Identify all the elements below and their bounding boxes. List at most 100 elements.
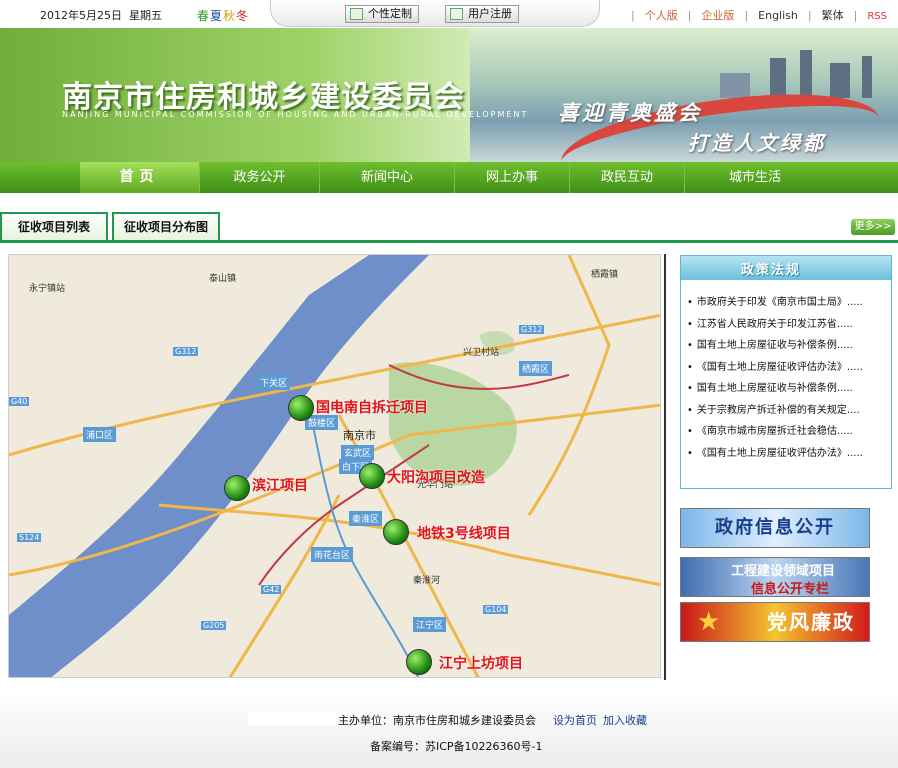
more-button[interactable]: 更多>> — [851, 219, 895, 235]
engineering-banner-line-2: 信息公开专栏 — [751, 582, 830, 597]
project-label[interactable]: 地铁3号线项目 — [417, 523, 511, 543]
district-label: 栖霞区 — [519, 361, 553, 376]
weekday-text: 星期五 — [129, 9, 162, 22]
personal-edition-link[interactable]: 个人版 — [645, 9, 678, 22]
tab-project-list[interactable]: 征收项目列表 — [0, 212, 108, 240]
season-theme-switcher: 春夏秋冬 — [197, 7, 249, 24]
engineering-info-banner[interactable]: 工程建设领域项目 信息公开专栏 — [680, 557, 870, 597]
add-favorite-link[interactable]: 加入收藏 — [603, 714, 647, 727]
road — [228, 494, 341, 677]
nav-item-interaction[interactable]: 政民互动 — [570, 162, 685, 193]
personalize-button[interactable]: 个性定制 — [345, 5, 419, 23]
slogan-line-1: 喜迎青奥盛会 — [558, 101, 702, 125]
season-summer-link[interactable]: 夏 — [210, 9, 222, 23]
header-banner: 南京市住房和城乡建设委员会 NANJING MUNICIPAL COMMISSI… — [0, 28, 898, 162]
project-distribution-map[interactable]: 永宁镇站 泰山镇 栖霞镇 兴卫村站 栖霞区 下关区 鼓楼区 南京市 玄武区 白下… — [8, 254, 661, 678]
gov-info-banner[interactable]: 政府信息公开 — [680, 508, 870, 548]
season-winter-link[interactable]: 冬 — [236, 9, 248, 23]
building-shape — [720, 73, 750, 98]
nav-item-online-services[interactable]: 网上办事 — [455, 162, 570, 193]
highway-label: G205 — [201, 621, 227, 630]
district-label: 雨花台区 — [311, 547, 354, 562]
footer-blank-area — [248, 712, 336, 726]
policy-list-item[interactable]: 市政府关于印发《南京市国土局》..... — [687, 296, 887, 318]
season-spring-link[interactable]: 春 — [197, 9, 209, 23]
tab-underline — [0, 240, 898, 243]
policy-list-item[interactable]: 江苏省人民政府关于印发江苏省..... — [687, 318, 887, 340]
nav-item-city-life[interactable]: 城市生活 — [685, 162, 825, 193]
building-shape — [770, 58, 786, 98]
footer-links: 设为首页 加入收藏 — [553, 712, 653, 728]
district-label: 江宁区 — [413, 617, 447, 632]
party-banner-label: 党风廉政 — [767, 610, 855, 634]
map-canvas — [9, 255, 660, 677]
column-divider — [664, 254, 666, 680]
district-label: 秦淮区 — [349, 511, 383, 526]
traditional-chinese-link[interactable]: 繁体 — [822, 9, 844, 22]
top-links: | 个人版 | 企业版 | English | 繁体 | RSS — [631, 9, 887, 22]
project-marker[interactable] — [224, 475, 250, 501]
policy-list-item[interactable]: 《国有土地上房屋征收评估办法》..... — [687, 361, 887, 383]
map-place-label: 兴卫村站 — [463, 348, 500, 358]
building-shape — [800, 50, 812, 98]
nav-item-government-affairs[interactable]: 政务公开 — [200, 162, 320, 193]
policy-panel-title: 政策法规 — [741, 263, 802, 278]
project-marker[interactable] — [288, 395, 314, 421]
season-autumn-link[interactable]: 秋 — [223, 9, 235, 23]
rss-link[interactable]: RSS — [867, 11, 887, 22]
nav-item-home[interactable]: 首页 — [80, 162, 200, 193]
set-homepage-link[interactable]: 设为首页 — [553, 714, 597, 727]
district-label: 玄武区 — [341, 445, 375, 460]
party-integrity-banner[interactable]: ★ 党风廉政 — [680, 602, 870, 642]
policy-list-item[interactable]: 《南京市城市房屋拆迁社会稳估..... — [687, 425, 887, 447]
highway-label: G312 — [173, 347, 199, 356]
top-button-group: 个性定制 用户注册 — [270, 0, 600, 27]
nav-item-news[interactable]: 新闻中心 — [320, 162, 455, 193]
policy-list: 市政府关于印发《南京市国土局》..... 江苏省人民政府关于印发江苏省.....… — [687, 296, 887, 468]
highway-label: G104 — [483, 605, 509, 614]
project-label[interactable]: 江宁上坊项目 — [439, 653, 523, 673]
road — [527, 255, 611, 516]
highway-label: G40 — [9, 397, 30, 406]
register-label: 用户注册 — [468, 7, 512, 20]
main-nav: 首页 政务公开 新闻中心 网上办事 政民互动 城市生活 — [0, 162, 898, 193]
register-button[interactable]: 用户注册 — [445, 5, 519, 23]
project-marker[interactable] — [406, 649, 432, 675]
policy-list-item[interactable]: 关于宗教房产拆迁补偿的有关规定.... — [687, 404, 887, 426]
policy-panel: 政策法规 市政府关于印发《南京市国土局》..... 江苏省人民政府关于印发江苏省… — [680, 255, 892, 489]
project-label[interactable]: 国电南自拆迁项目 — [316, 397, 428, 417]
district-label: 下关区 — [257, 375, 291, 390]
english-link[interactable]: English — [758, 9, 798, 22]
footer-organizer: 主办单位：南京市住房和城乡建设委员会 — [338, 714, 536, 727]
project-tabs: 征收项目列表 征收项目分布图 — [0, 212, 898, 242]
engineering-banner-line-1: 工程建设领域项目 — [731, 564, 836, 579]
highway-label: S124 — [17, 533, 42, 542]
project-label[interactable]: 大阳沟项目改造 — [387, 467, 485, 487]
project-marker[interactable] — [383, 519, 409, 545]
top-bar: 2012年5月25日 星期五 春夏秋冬 个性定制 用户注册 | 个人版 | 企业版 | E… — [0, 0, 898, 28]
project-label[interactable]: 滨江项目 — [252, 475, 308, 495]
map-place-label: 秦淮河 — [413, 576, 441, 586]
enterprise-edition-link[interactable]: 企业版 — [701, 9, 734, 22]
map-place-label: 永宁镇站 — [29, 284, 66, 294]
building-shape — [830, 63, 850, 98]
star-icon: ★ — [697, 607, 723, 637]
policy-list-item[interactable]: 国有土地上房屋征收与补偿条例..... — [687, 382, 887, 404]
map-place-label: 栖霞镇 — [591, 270, 619, 280]
policy-list-item[interactable]: 国有土地上房屋征收与补偿条例..... — [687, 339, 887, 361]
policy-list-item[interactable]: 《国有土地上房屋征收评估办法》..... — [687, 447, 887, 469]
city-label: 南京市 — [343, 429, 376, 442]
building-shape — [862, 56, 872, 98]
project-marker[interactable] — [359, 463, 385, 489]
site-title-english: NANJING MUNICIPAL COMMISSION OF HOUSING … — [62, 110, 529, 119]
footer-icp: 备案编号：苏ICP备10226360号-1 — [370, 740, 543, 753]
personalize-label: 个性定制 — [368, 7, 412, 20]
footer: 主办单位：南京市住房和城乡建设委员会 设为首页 加入收藏 备案编号：苏ICP备10… — [0, 690, 898, 768]
customize-icon — [350, 8, 363, 20]
district-label: 浦口区 — [83, 427, 117, 442]
user-register-icon — [450, 8, 463, 20]
policy-panel-header: 政策法规 — [681, 256, 891, 280]
map-place-label: 泰山镇 — [209, 274, 237, 284]
tab-project-map[interactable]: 征收项目分布图 — [112, 212, 220, 240]
date-text: 2012年5月25日 — [40, 9, 122, 22]
